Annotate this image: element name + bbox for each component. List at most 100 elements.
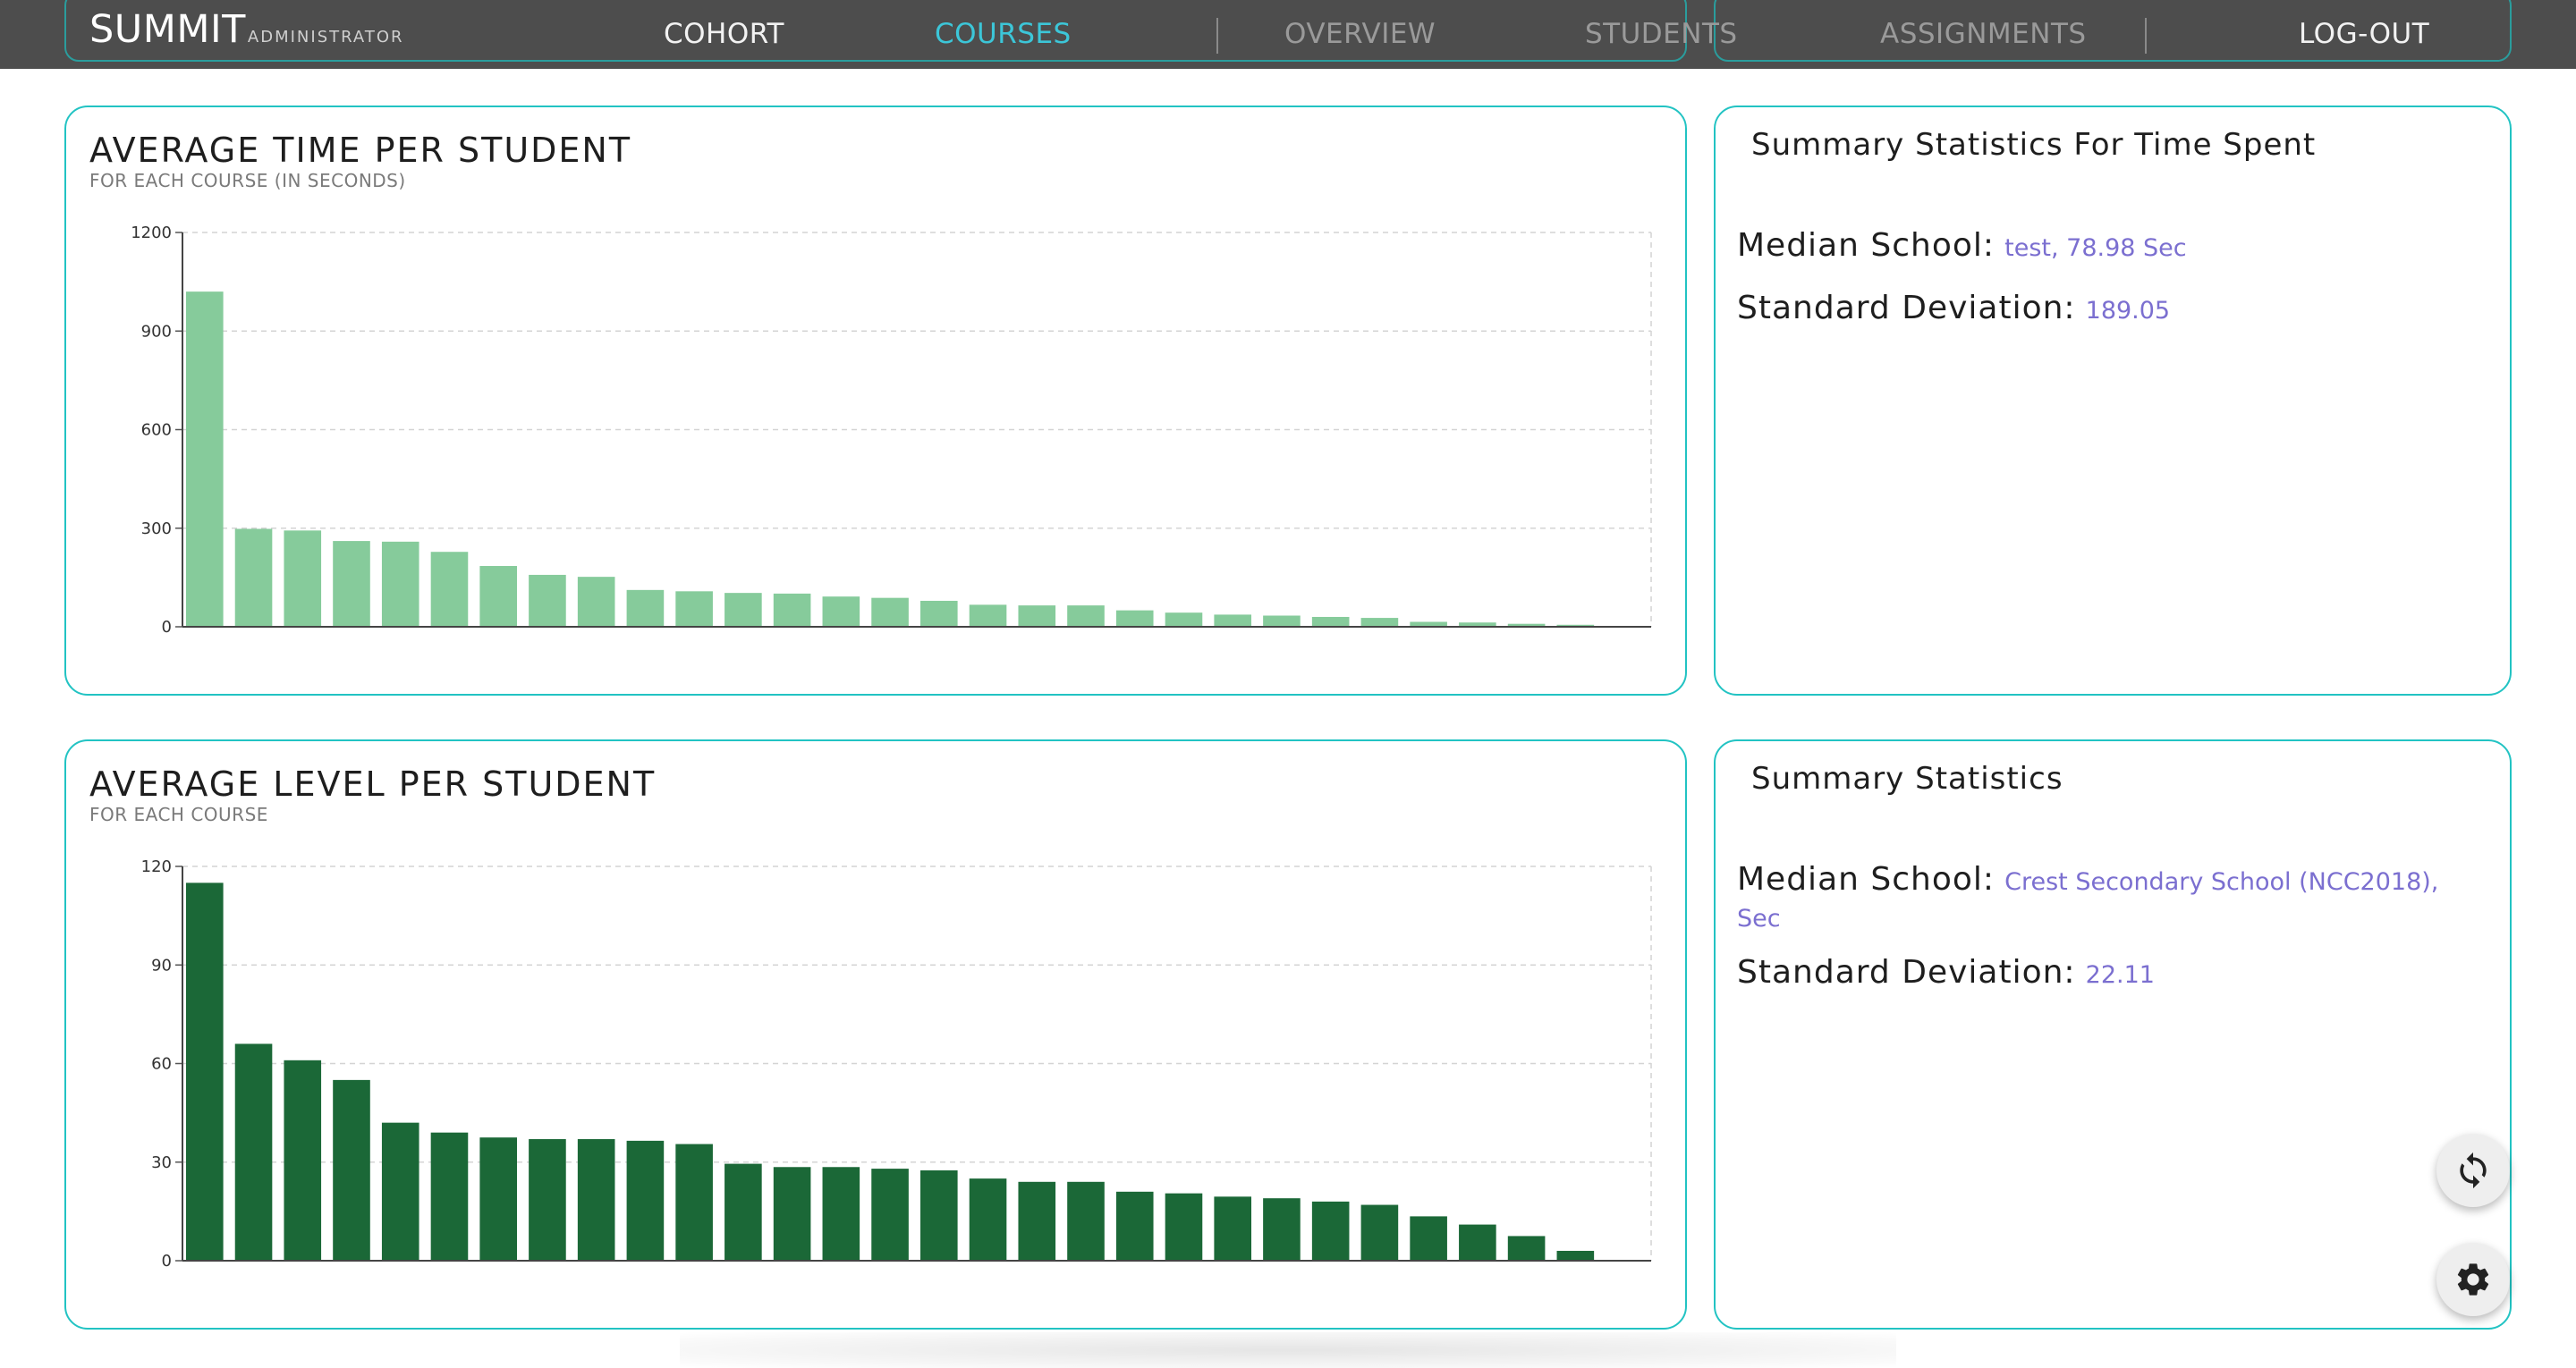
median-label: Median School: [1737, 861, 1996, 898]
nav-cohort[interactable]: COHORT [664, 18, 784, 50]
bar [822, 1167, 860, 1261]
y-tick-label: 0 [162, 618, 172, 637]
bar [1311, 616, 1350, 627]
y-tick-label: 60 [151, 1055, 172, 1074]
sd-label: Standard Deviation: [1737, 290, 2076, 326]
bar [186, 882, 224, 1261]
y-tick-label: 1200 [131, 224, 172, 242]
bar [773, 593, 811, 627]
bar [1263, 615, 1301, 627]
time-median-row: Median School: test, 78.98 Sec [1737, 229, 2488, 268]
bar [430, 552, 469, 627]
bar [333, 541, 370, 627]
refresh-button[interactable] [2436, 1134, 2510, 1207]
y-tick-label: 120 [141, 857, 172, 876]
bar [284, 530, 322, 627]
nav-overview[interactable]: OVERVIEW [1284, 18, 1436, 50]
bar [675, 1144, 713, 1261]
level-median-row: Median School: Crest Secondary School (N… [1737, 863, 2488, 939]
time-sd-row: Standard Deviation: 189.05 [1737, 291, 2488, 331]
bar [234, 1043, 273, 1261]
sd-value: 22.11 [2085, 961, 2155, 989]
bar [773, 1167, 811, 1261]
bar [920, 600, 958, 627]
y-tick-label: 30 [151, 1153, 172, 1172]
bar [1018, 1181, 1056, 1261]
bar [186, 291, 224, 627]
bar [871, 597, 909, 627]
y-tick-label: 900 [141, 322, 172, 341]
bar [1410, 1216, 1447, 1261]
bar [675, 591, 713, 627]
bar [1214, 614, 1251, 627]
nav-courses[interactable]: COURSES [935, 18, 1072, 50]
brand-name: SUMMIT [89, 7, 246, 52]
bar [822, 596, 860, 627]
brand-logo[interactable]: SUMMIT ADMINISTRATOR [89, 7, 404, 61]
bar [1067, 605, 1105, 627]
bar [1067, 1181, 1105, 1261]
bar [577, 577, 615, 627]
median-value: test, 78.98 Sec [2004, 234, 2187, 262]
bar [479, 566, 517, 627]
settings-button[interactable] [2436, 1243, 2510, 1316]
y-tick-label: 600 [141, 421, 172, 440]
bar [724, 1163, 762, 1261]
bar [1459, 1224, 1496, 1261]
bar [333, 1079, 370, 1261]
level-bar-chart: 0 30 60 90 120 [141, 857, 1652, 1271]
bar [1507, 1236, 1546, 1261]
bar [479, 1137, 517, 1261]
bar [969, 604, 1007, 627]
bar [529, 1139, 566, 1261]
bar [1311, 1201, 1350, 1261]
time-bar-chart: 0 300 600 900 1200 [131, 224, 1652, 637]
bar [577, 1139, 615, 1261]
bar [1263, 1198, 1301, 1261]
bar [724, 593, 762, 627]
level-stats-card: Summary Statistics Median School: Crest … [1714, 739, 2512, 1330]
bar [1165, 612, 1203, 627]
nav-separator [1216, 18, 1218, 54]
bar [430, 1132, 469, 1261]
y-tick-label: 300 [141, 519, 172, 538]
bar [1360, 1204, 1399, 1261]
top-nav-bar: SUMMIT ADMINISTRATOR COHORT COURSES OVER… [0, 0, 2576, 69]
bar [871, 1169, 909, 1261]
bar [234, 528, 273, 627]
brand-subtitle: ADMINISTRATOR [247, 28, 404, 46]
bar [1115, 610, 1154, 627]
y-tick-label: 90 [151, 956, 172, 975]
bar [381, 541, 419, 627]
bar [1556, 1250, 1595, 1261]
bar [969, 1178, 1007, 1261]
time-stats-title: Summary Statistics For Time Spent [1751, 127, 2317, 163]
bar [1018, 605, 1056, 627]
sd-value: 189.05 [2085, 297, 2171, 325]
y-tick-label: 0 [162, 1252, 172, 1271]
bar [529, 574, 566, 627]
nav-separator [2145, 18, 2147, 54]
nav-assignments[interactable]: ASSIGNMENTS [1880, 18, 2087, 50]
bar [626, 1140, 665, 1261]
level-stats-title: Summary Statistics [1751, 761, 2063, 797]
sd-label: Standard Deviation: [1737, 954, 2076, 991]
nav-logout[interactable]: LOG-OUT [2299, 18, 2429, 50]
time-stats-card: Summary Statistics For Time Spent Median… [1714, 106, 2512, 696]
bottom-panel-shadow [680, 1332, 1896, 1368]
refresh-icon [2460, 1152, 2487, 1189]
bar [1115, 1191, 1154, 1261]
bar [1360, 618, 1399, 627]
bar [284, 1060, 322, 1261]
bar [626, 589, 665, 627]
level-sd-row: Standard Deviation: 22.11 [1737, 956, 2488, 995]
gear-icon [2457, 1263, 2489, 1296]
bar [920, 1170, 958, 1261]
bar [381, 1122, 419, 1261]
bar [1165, 1193, 1203, 1261]
bar [1214, 1196, 1251, 1261]
median-label: Median School: [1737, 227, 1996, 264]
nav-students[interactable]: STUDENTS [1585, 18, 1738, 50]
level-chart-card: AVERAGE LEVEL PER STUDENT FOR EACH COURS… [64, 739, 1687, 1330]
time-chart-card: AVERAGE TIME PER STUDENT FOR EACH COURSE… [64, 106, 1687, 696]
